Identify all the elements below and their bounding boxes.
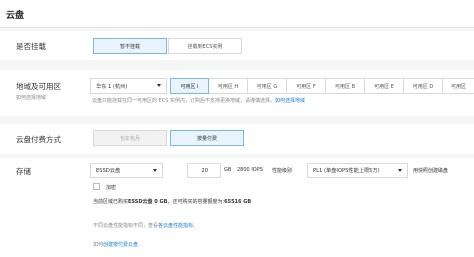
zone-note: 云盘只能挂载在同一可用区的 ECS 实例内，订购后不支持更换地域，请谨慎选择。如… — [92, 97, 305, 105]
quota-note: 当前区域已购买ESSD云盘 0 GB，还可购买的容量额度为:65516 GB — [93, 198, 251, 205]
disk-type-select[interactable]: ESSD云盘 — [90, 163, 163, 178]
region-select-value: 华东 1 (杭州) — [96, 83, 128, 90]
zone-tab-i[interactable]: 可用区 I — [170, 78, 209, 94]
chevron-down-icon — [157, 84, 161, 87]
disk-size-input[interactable]: 20 — [187, 163, 221, 178]
billing-section: 云盘付费方式 包年包月 按量付费 — [0, 124, 474, 154]
performance-metrics-link[interactable]: 各云盘性能指标 — [158, 223, 193, 229]
howto-note: 如何创建按付费云盘 — [93, 241, 138, 248]
create-from-snapshot-link[interactable]: 用快照创建磁盘 — [413, 167, 448, 174]
subscription-option[interactable]: 包年包月 — [93, 130, 167, 146]
performance-note-prefix: 不同云盘性能指标不同，查看 — [93, 223, 159, 229]
zone-section: 地域及可用区 如何选择地域 华东 1 (杭州) 可用区 I 可用区 H 可用区 … — [0, 70, 474, 116]
zone-tab-e[interactable]: 可用区 E — [365, 78, 404, 94]
quota-purchased: ESSD云盘 0 GB — [128, 199, 168, 205]
create-pay-as-you-go-disk-link[interactable]: 创建按付费云盘 — [103, 242, 138, 248]
no-attach-option[interactable]: 暂不挂载 — [93, 38, 167, 54]
zone-tab-more[interactable]: 可用区 — [443, 78, 474, 94]
storage-section: 存储 ESSD云盘 20 GB 2800 IOPS 性能级别 PL1 (单盘IO… — [0, 158, 474, 257]
chevron-down-icon — [398, 168, 402, 172]
page-header: 云盘 — [0, 0, 474, 28]
performance-note: 不同云盘性能指标不同，查看各云盘性能指标。 — [93, 222, 198, 229]
disk-type-value: ESSD云盘 — [96, 168, 121, 174]
zone-tab-g[interactable]: 可用区 G — [248, 78, 287, 94]
performance-level-label: 性能级别 — [272, 168, 293, 174]
zone-tabs: 可用区 I 可用区 H 可用区 G 可用区 F 可用区 B 可用区 E 可用区 … — [170, 78, 474, 94]
howto-prefix: 如何 — [93, 242, 104, 248]
chevron-down-icon — [153, 168, 157, 172]
attach-to-ecs-option[interactable]: 挂载到ECS实例 — [168, 38, 242, 54]
how-to-choose-region-link[interactable]: 如何选择地域 — [275, 98, 305, 104]
disk-size-unit: GB — [224, 167, 232, 173]
zone-tab-d[interactable]: 可用区 D — [404, 78, 443, 94]
performance-level-value: PL1 (单盘IOPS性能上限5万) — [313, 168, 380, 174]
quota-prefix: 当前区域已购买 — [93, 199, 129, 205]
encrypt-label: 加密 — [106, 185, 117, 191]
zone-label: 地域及可用区 — [16, 82, 61, 91]
page-title: 云盘 — [6, 11, 25, 21]
region-select[interactable]: 华东 1 (杭州) — [90, 78, 167, 94]
quota-mid: ，还可购买的容量额度为: — [167, 199, 225, 205]
performance-level-select[interactable]: PL1 (单盘IOPS性能上限5万) — [307, 163, 408, 178]
billing-label: 云盘付费方式 — [16, 135, 61, 144]
storage-label: 存储 — [16, 167, 31, 176]
iops-value: 2800 IOPS — [237, 167, 263, 173]
attach-section: 是否挂载 暂不挂载 挂载到ECS实例 — [0, 31, 474, 60]
pay-as-you-go-option[interactable]: 按量付费 — [170, 130, 244, 146]
how-to-choose-region-hint: 如何选择地域 — [16, 95, 47, 101]
zone-tab-b[interactable]: 可用区 B — [326, 78, 365, 94]
zone-tab-f[interactable]: 可用区 F — [287, 78, 326, 94]
zone-note-text: 云盘只能挂载在同一可用区的 ECS 实例内，订购后不支持更换地域，请谨慎选择。 — [92, 98, 276, 104]
attach-label: 是否挂载 — [16, 42, 46, 51]
disk-size-value: 20 — [201, 167, 208, 174]
zone-tab-h[interactable]: 可用区 H — [209, 78, 248, 94]
performance-note-suffix: 。 — [193, 223, 199, 229]
quota-remaining: 65516 GB — [224, 199, 252, 205]
encrypt-checkbox[interactable] — [93, 183, 100, 190]
